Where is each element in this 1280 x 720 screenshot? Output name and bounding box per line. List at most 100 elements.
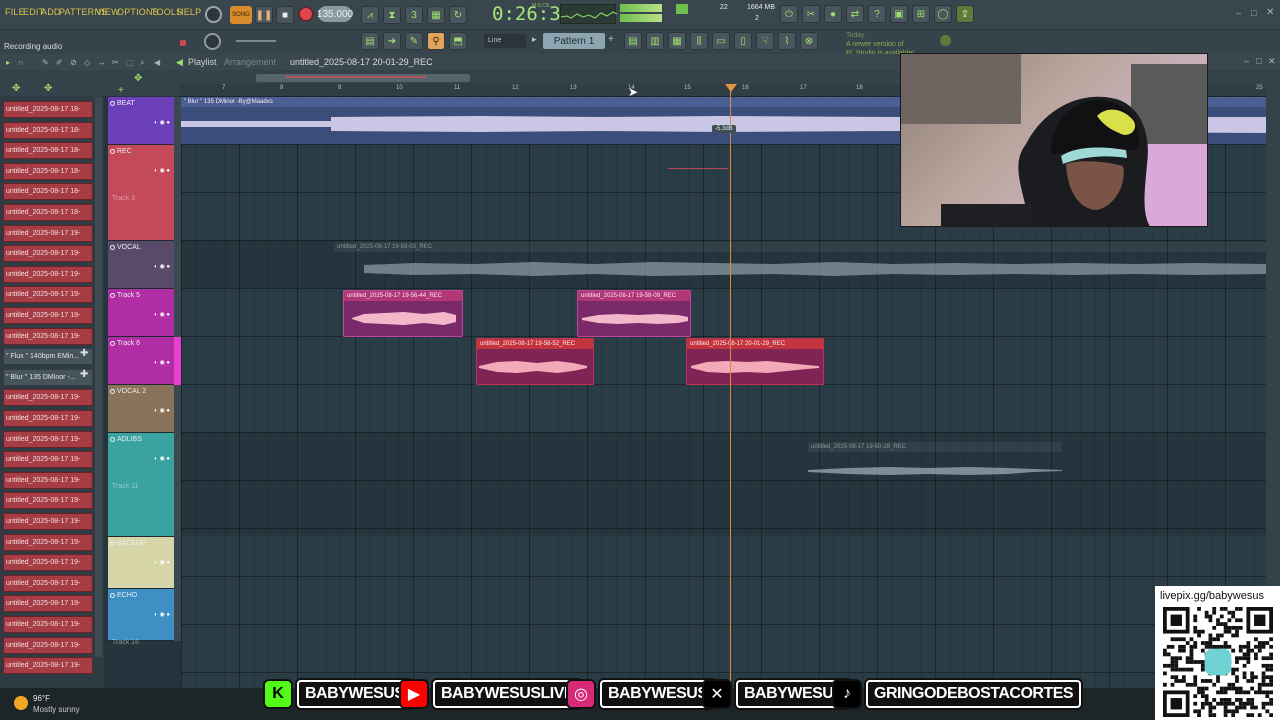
slip-tool-icon[interactable]: ↔	[98, 58, 106, 67]
browser-item[interactable]: untitled_2025-08-17 19-	[3, 430, 93, 448]
track-controls-icon[interactable]: ◐ ◉ ●	[154, 359, 170, 366]
countdown-button[interactable]: 3	[405, 6, 423, 24]
snap-selector[interactable]: Line	[484, 34, 526, 48]
audio-clip-adlibs[interactable]: untitled_2025-08-17 19-50-28_REC	[808, 442, 1062, 486]
browser-item[interactable]: untitled_2025-08-17 19-	[3, 554, 93, 572]
track-header[interactable]: BEAT ◐ ◉ ●	[108, 97, 174, 145]
track-controls-icon[interactable]: ◐ ◉ ●	[154, 455, 170, 462]
power-button[interactable]: ⏻	[780, 5, 798, 23]
minimize-button[interactable]: –	[1236, 8, 1241, 18]
browser-item[interactable]: untitled_2025-08-17 19-	[3, 471, 93, 489]
playback-tool-icon[interactable]: ◀	[154, 58, 160, 67]
pattern-selector[interactable]: Pattern 1	[543, 33, 605, 49]
browser-scrollbar[interactable]	[95, 97, 102, 657]
browser-item[interactable]: untitled_2025-08-17 19-	[3, 616, 93, 633]
expand-icon[interactable]: ✚	[80, 369, 88, 380]
browser-button[interactable]: ▭	[712, 32, 730, 50]
browser-item[interactable]: untitled_2025-08-17 19-	[3, 327, 93, 345]
browser-item[interactable]: untitled_2025-08-17 19-	[3, 389, 93, 407]
audio-clip-track6-b[interactable]: untitled_2025-08-17 20-01-29_REC	[686, 338, 824, 385]
chat-button[interactable]: ◯	[934, 5, 952, 23]
audio-clip-track6-a[interactable]: untitled_2025-08-17 19-56-52_REC	[476, 338, 594, 385]
social-link[interactable]: K BABYWESUS	[263, 678, 413, 710]
browser-item[interactable]: untitled_2025-08-17 19-	[3, 513, 93, 530]
move-icon[interactable]: ✥	[134, 73, 142, 84]
audio-clip-track5-b[interactable]: untitled_2025-08-17 19-58-09_REC	[577, 290, 691, 337]
touch-controller-button[interactable]: ☟	[756, 32, 774, 50]
track-header[interactable]: VOCAL 2 ◐ ◉ ●	[108, 385, 174, 433]
browser-item[interactable]: untitled_2025-08-17 19-	[3, 574, 93, 592]
browser-nav-icon[interactable]: ✥	[12, 83, 20, 94]
piano-roll-button[interactable]: ▤	[361, 32, 379, 50]
track-controls-icon[interactable]: ◐ ◉ ●	[154, 263, 170, 270]
browser-item[interactable]: untitled_2025-08-17 19-	[3, 286, 93, 304]
social-link[interactable]: ◎ BABYWESUS	[566, 678, 716, 710]
metronome-button[interactable]: ⩘	[361, 6, 379, 24]
master-volume-knob[interactable]	[205, 6, 222, 23]
stamp-button[interactable]: ⬒	[449, 32, 467, 50]
track-select-strip[interactable]	[174, 289, 181, 337]
track-enable-icon[interactable]	[110, 437, 115, 442]
track-header[interactable]: VOCAL ◐ ◉ ●	[108, 241, 174, 289]
help-button[interactable]: ?	[868, 5, 886, 23]
tempo-display[interactable]: 135.000	[317, 6, 353, 22]
track-enable-icon[interactable]	[110, 293, 115, 298]
plugin-picker-button[interactable]: ▯	[734, 32, 752, 50]
track-header[interactable]: Track 6 ◐ ◉ ●	[108, 337, 174, 385]
save-button[interactable]: ▣	[890, 5, 908, 23]
browser-item[interactable]: untitled_2025-08-17 19-	[3, 307, 93, 324]
browser-item[interactable]: untitled_2025-08-17 19-	[3, 224, 93, 242]
update-button[interactable]: ⇪	[956, 5, 974, 23]
draw-button[interactable]: ✎	[405, 32, 423, 50]
select-tool-icon[interactable]: ⬚	[126, 58, 134, 67]
track-header[interactable]: REC ◐ ◉ ● Track 3	[108, 145, 174, 241]
track-enable-icon[interactable]	[110, 593, 115, 598]
midi-button[interactable]: ⇄	[846, 5, 864, 23]
pause-button[interactable]: ❚❚	[255, 6, 273, 24]
playhead[interactable]	[730, 84, 731, 688]
browser-item[interactable]: untitled_2025-08-17 18-	[3, 101, 93, 118]
browser-item[interactable]: untitled_2025-08-17 19-	[3, 492, 93, 510]
browser-item[interactable]: untitled_2025-08-17 18-	[3, 162, 93, 180]
playlist-view-button[interactable]: ▤	[624, 32, 642, 50]
close-button[interactable]: ✕	[1266, 7, 1274, 18]
browser-item[interactable]: untitled_2025-08-17 19-	[3, 265, 93, 283]
track-select-strip[interactable]	[174, 433, 181, 537]
playlist-close-button[interactable]: ✕	[1268, 56, 1276, 67]
browser-item[interactable]: untitled_2025-08-17 19-	[3, 657, 93, 675]
weather-temperature[interactable]: 96°F	[33, 694, 50, 703]
social-link[interactable]: ✕ BABYWESUS	[702, 678, 852, 710]
browser-item[interactable]: untitled_2025-08-17 19-	[3, 533, 93, 551]
browser-expand-icon[interactable]: ✥	[44, 83, 52, 94]
record-button[interactable]	[298, 6, 314, 22]
browser-item[interactable]: untitled_2025-08-17 18-	[3, 183, 93, 201]
track-header[interactable]: BACKUP ◐ ◉ ●	[108, 537, 174, 589]
master-pitch-knob[interactable]	[204, 33, 221, 50]
track-header[interactable]: ADLIBS ◐ ◉ ● Track 11	[108, 433, 174, 537]
track-enable-icon[interactable]	[110, 149, 115, 154]
track-controls-icon[interactable]: ◐ ◉ ●	[154, 119, 170, 126]
playlist-menu-icon[interactable]: ▸	[6, 58, 10, 67]
slice-tool-icon[interactable]: ✂	[112, 58, 119, 67]
wait-input-button[interactable]: ⧗	[383, 6, 401, 24]
playlist-minimize-button[interactable]: –	[1244, 56, 1249, 66]
track-select-strip[interactable]	[174, 537, 181, 589]
loop-record-button[interactable]: ↻	[449, 6, 467, 24]
browser-item[interactable]: untitled_2025-08-17 19-	[3, 595, 93, 613]
audio-clip-track5-a[interactable]: untitled_2025-08-17 19-56-44_REC	[343, 290, 463, 337]
zoom-tool-icon[interactable]: ⌕	[140, 58, 144, 68]
channel-rack-button[interactable]: ▥	[646, 32, 664, 50]
track-controls-icon[interactable]: ◐ ◉ ●	[154, 559, 170, 566]
track-header[interactable]: ECHO ◐ ◉ ● Track 16	[108, 589, 174, 646]
track-select-strip[interactable]	[174, 385, 181, 433]
master-pitch-slider[interactable]	[236, 40, 276, 42]
link-button[interactable]: ⚲	[427, 32, 445, 50]
add-pattern-icon[interactable]: +	[608, 34, 614, 45]
social-link[interactable]: ▶ BABYWESUSLIVE	[399, 678, 583, 710]
maximize-button[interactable]: □	[1251, 8, 1256, 18]
menu-add[interactable]: ADD	[41, 7, 61, 17]
magnet-icon[interactable]: ∩	[18, 58, 24, 67]
track-select-strip[interactable]	[174, 241, 181, 289]
piano-roll-view-button[interactable]: ▦	[668, 32, 686, 50]
track-controls-icon[interactable]: ◐ ◉ ●	[154, 611, 170, 618]
